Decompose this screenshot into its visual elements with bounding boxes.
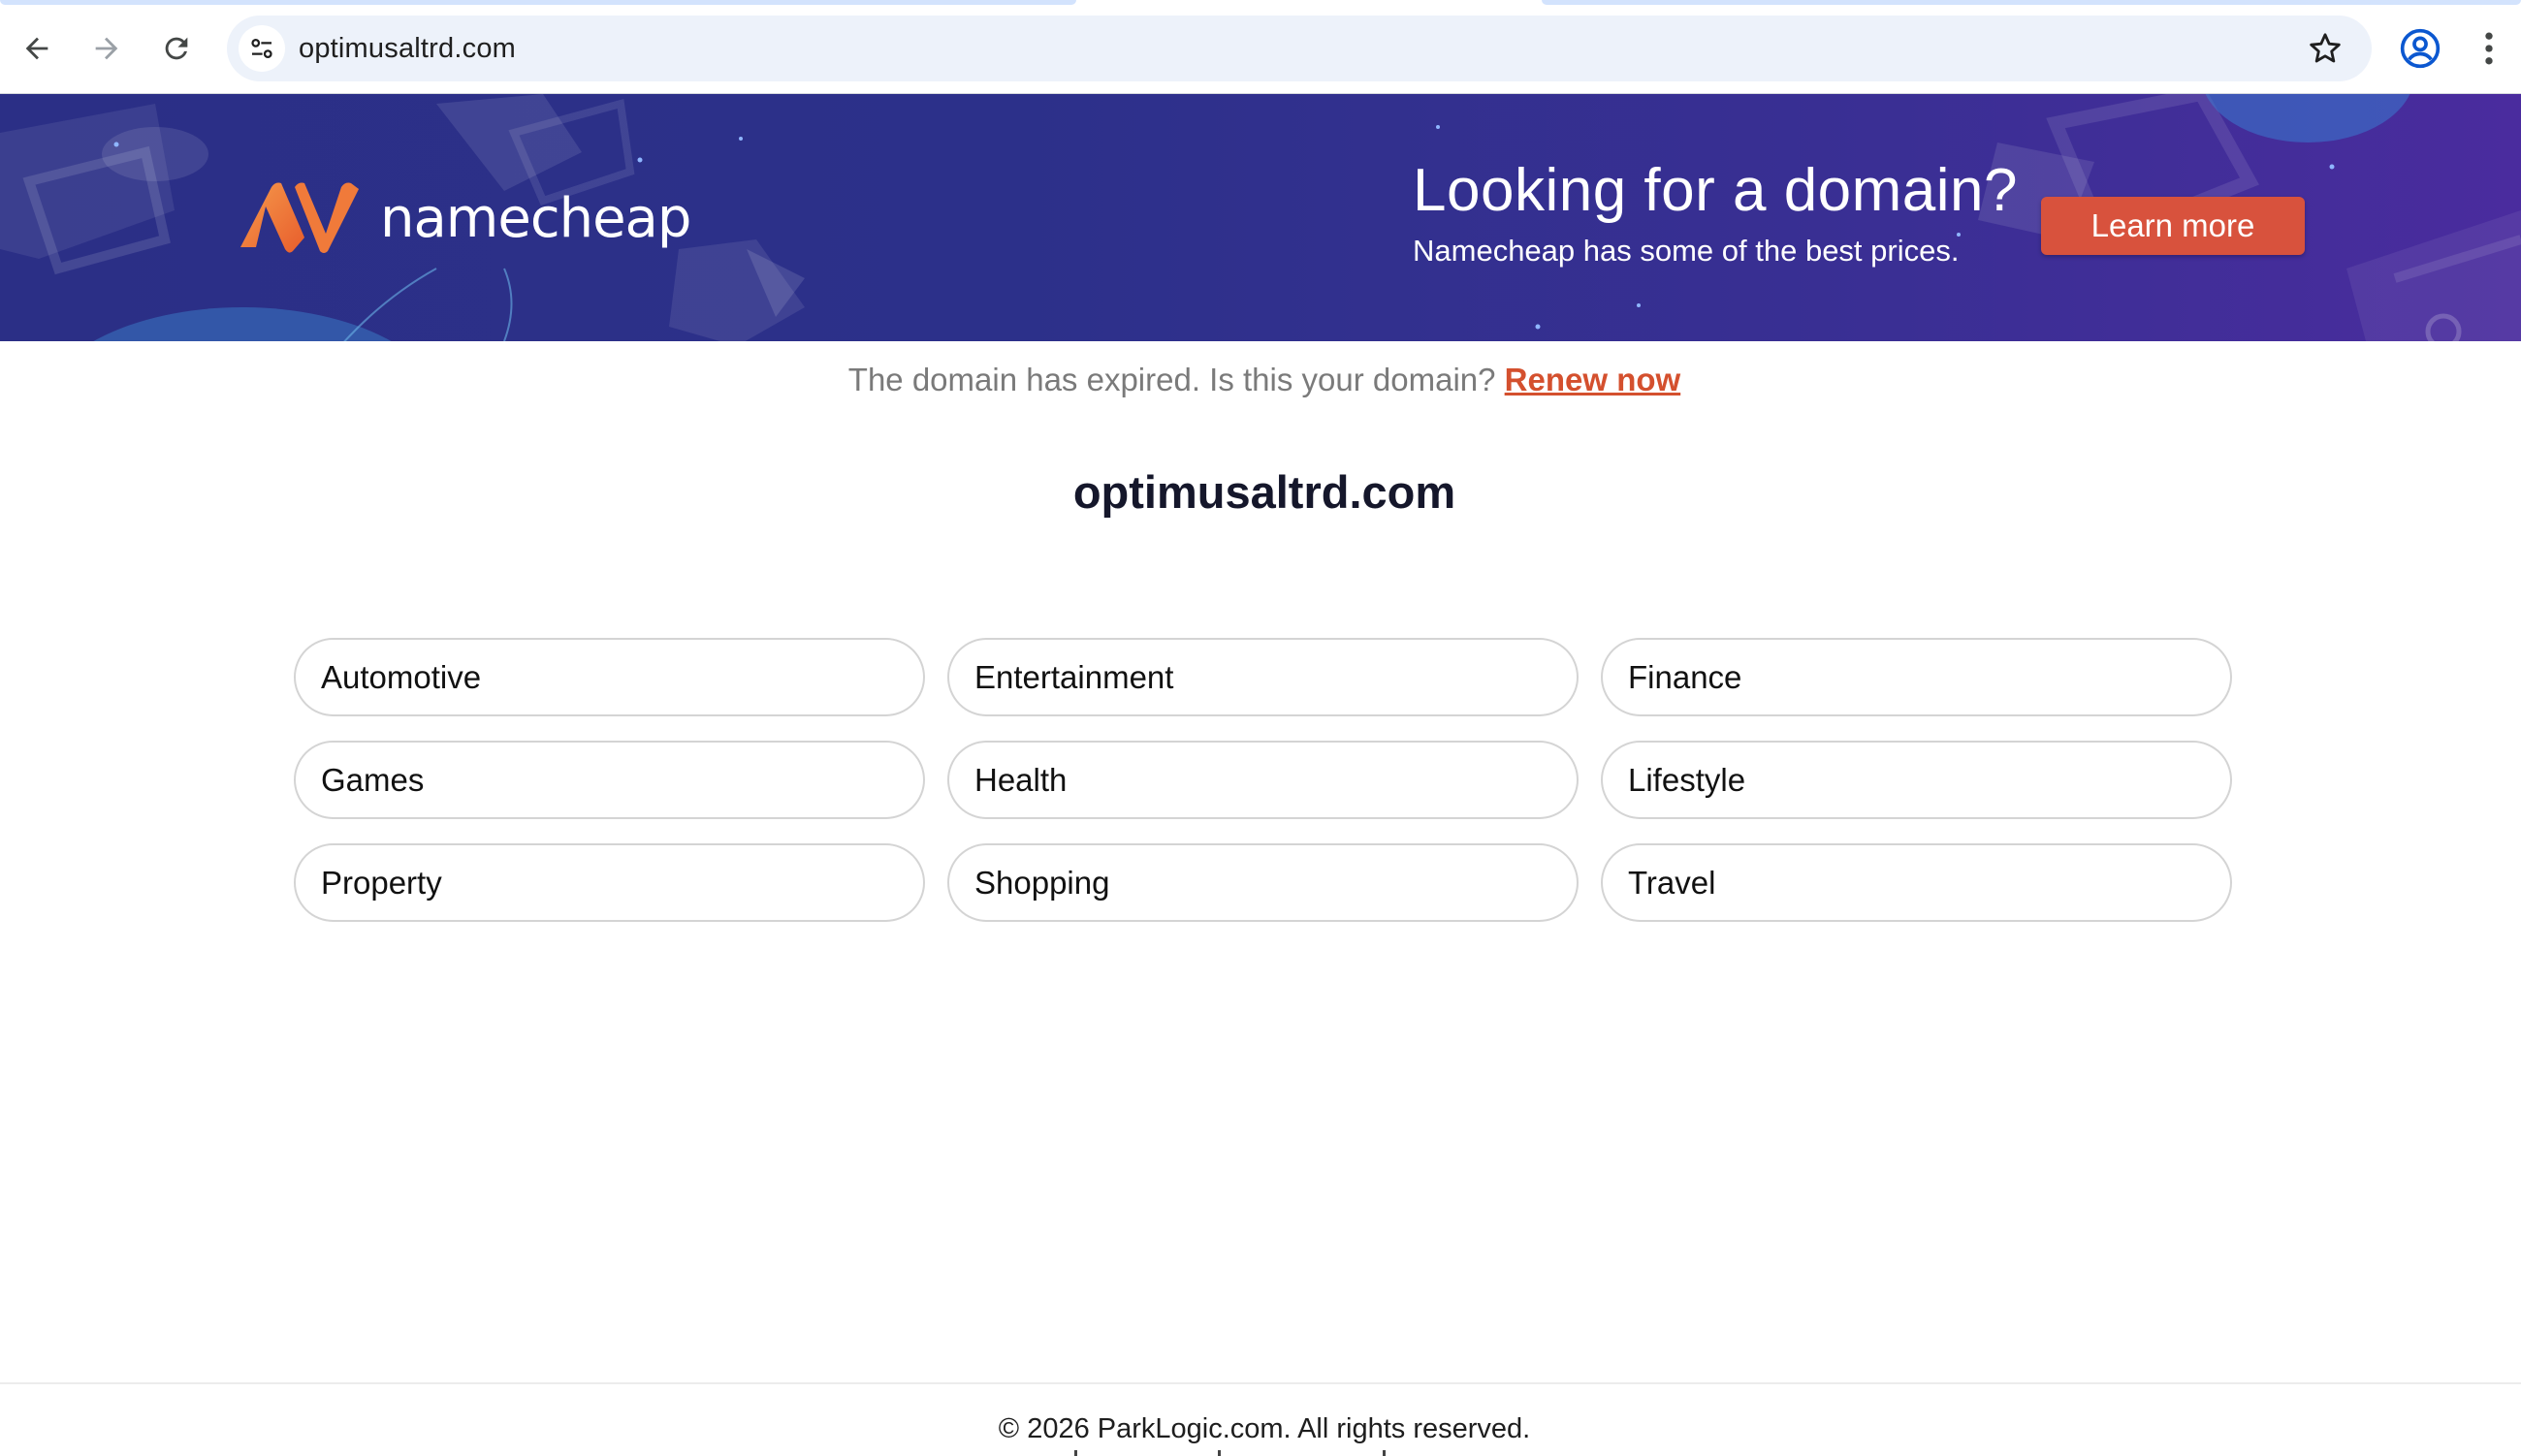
learn-more-button[interactable]: Learn more (2041, 197, 2305, 255)
namecheap-n-logo-icon (240, 182, 359, 253)
domain-title: optimusaltrd.com (1072, 466, 1456, 518)
footer-divider (0, 1382, 2521, 1384)
category-lifestyle[interactable]: Lifestyle (1601, 741, 2232, 819)
forward-arrow-icon (95, 37, 118, 60)
category-entertainment[interactable]: Entertainment (947, 638, 1579, 716)
banner-title: Looking for a domain? (1413, 157, 2019, 224)
url-text[interactable]: optimusaltrd.com (299, 33, 516, 65)
footer-copyright: © 2026 ParkLogic.com. All rights reserve… (998, 1413, 1531, 1444)
reload-icon (165, 37, 188, 60)
banner-subtitle: Namecheap has some of the best prices. (1413, 234, 1960, 268)
category-health[interactable]: Health (947, 741, 1579, 819)
renew-now-link[interactable]: Renew now (1505, 362, 1681, 397)
category-finance[interactable]: Finance (1601, 638, 2232, 716)
profile-icon[interactable] (2399, 27, 2441, 70)
category-automotive[interactable]: Automotive (294, 638, 925, 716)
tab-indicator (1542, 0, 2521, 5)
footer-link-separator (1383, 1450, 1386, 1456)
category-property[interactable]: Property (294, 843, 925, 922)
footer-link-separator (1074, 1450, 1077, 1456)
bookmark-star-icon[interactable] (2306, 29, 2345, 68)
expired-notice-text: The domain has expired. Is this your dom… (847, 362, 1496, 397)
site-info-icon (251, 39, 272, 58)
expired-notice: The domain has expired. Is this your dom… (0, 362, 2521, 398)
category-travel[interactable]: Travel (1601, 843, 2232, 922)
site-info-button[interactable] (239, 25, 285, 72)
tab-indicator (0, 0, 1076, 5)
namecheap-wordmark: namecheap (380, 186, 691, 250)
category-grid: Automotive Entertainment Finance Games H… (294, 638, 2233, 922)
category-shopping[interactable]: Shopping (947, 843, 1579, 922)
address-bar[interactable]: optimusaltrd.com (227, 16, 2372, 81)
tab-strip (0, 0, 2521, 5)
forward-button[interactable] (80, 21, 134, 76)
namecheap-logo[interactable]: namecheap (237, 179, 691, 257)
reload-button[interactable] (149, 21, 204, 76)
back-button[interactable] (10, 21, 64, 76)
browser-toolbar: optimusaltrd.com (0, 0, 2521, 94)
back-arrow-icon (25, 37, 48, 60)
footer-link-separator (1218, 1450, 1221, 1456)
namecheap-banner[interactable]: namecheap Looking for a domain? Namechea… (0, 94, 2521, 341)
category-games[interactable]: Games (294, 741, 925, 819)
more-menu-icon[interactable] (2474, 27, 2504, 70)
